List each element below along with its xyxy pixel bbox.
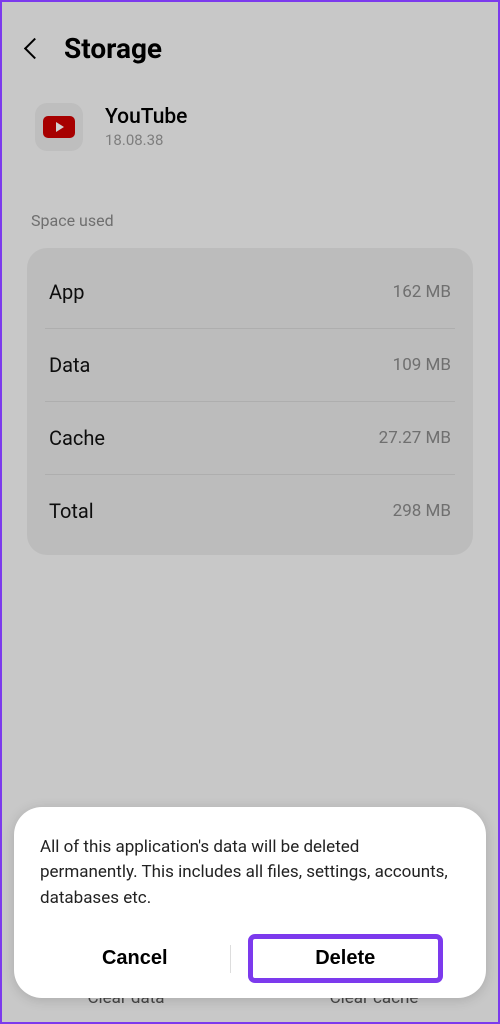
confirm-dialog: All of this application's data will be d… [14,807,486,999]
dialog-message: All of this application's data will be d… [40,835,460,912]
dialog-actions: Cancel Delete [40,937,460,980]
delete-button[interactable]: Delete [251,937,441,980]
cancel-button[interactable]: Cancel [40,937,230,980]
divider [230,945,231,973]
